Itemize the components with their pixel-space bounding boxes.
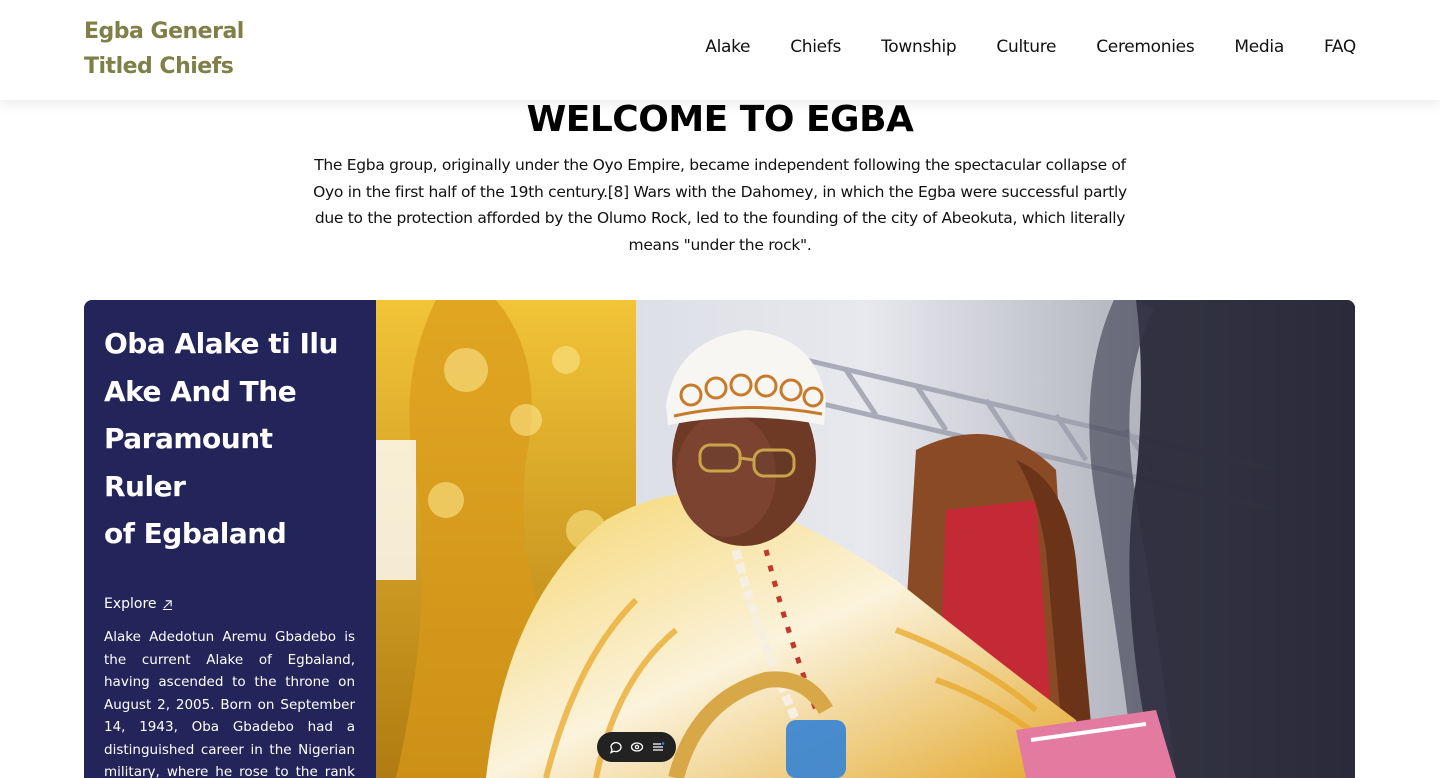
site-header: Egba General Titled Chiefs Alake Chiefs … <box>0 0 1440 100</box>
welcome-heading: WELCOME TO EGBA <box>526 99 914 140</box>
hero-text-panel: Oba Alake ti Ilu Ake And The Paramount R… <box>84 300 376 778</box>
floating-toolbar <box>597 732 676 762</box>
main-nav: Alake Chiefs Township Culture Ceremonies… <box>705 34 1356 60</box>
nav-culture[interactable]: Culture <box>996 34 1056 60</box>
explore-label: Explore <box>104 596 157 612</box>
eye-icon[interactable] <box>630 740 644 754</box>
nav-township[interactable]: Township <box>881 34 957 60</box>
alake-bio: Alake Adedotun Aremu Gbadebo is the curr… <box>104 629 355 778</box>
alake-photo <box>376 300 1355 778</box>
nav-media[interactable]: Media <box>1234 34 1284 60</box>
nav-chiefs[interactable]: Chiefs <box>790 34 841 60</box>
comment-icon[interactable] <box>609 740 623 754</box>
site-logo[interactable]: Egba General Titled Chiefs <box>84 14 284 84</box>
hero-section: Oba Alake ti Ilu Ake And The Paramount R… <box>84 300 1355 778</box>
explore-link[interactable]: Explore <box>104 594 173 614</box>
nav-ceremonies[interactable]: Ceremonies <box>1096 34 1194 60</box>
hero-title: Oba Alake ti Ilu Ake And The Paramount R… <box>104 327 338 550</box>
arrow-up-right-icon <box>162 599 172 610</box>
intro-paragraph: The Egba group, originally under the Oyo… <box>313 156 1127 254</box>
list-icon[interactable] <box>651 740 665 754</box>
nav-faq[interactable]: FAQ <box>1324 34 1356 60</box>
nav-alake[interactable]: Alake <box>705 34 750 60</box>
